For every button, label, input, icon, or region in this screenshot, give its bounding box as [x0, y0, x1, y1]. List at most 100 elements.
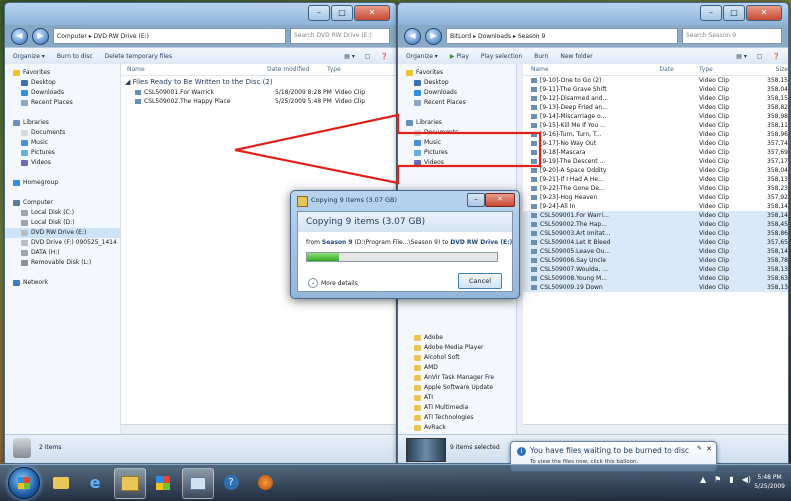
- file-row[interactable]: CSL509006.Say Uncle Video Clip 358,78: [523, 256, 788, 265]
- file-row[interactable]: [9-15]-Kill Me If You ... Video Clip 358,1…: [523, 121, 788, 130]
- back-button[interactable]: ◀: [11, 27, 28, 45]
- breadcrumb-computer[interactable]: Computer: [57, 33, 87, 40]
- file-row[interactable]: [9-12]-Disarmed and... Video Clip 358,15: [523, 94, 788, 103]
- column-size[interactable]: Size: [758, 66, 788, 73]
- column-type[interactable]: Type: [699, 66, 758, 73]
- cancel-button[interactable]: Cancel: [458, 273, 502, 289]
- column-name[interactable]: Name: [523, 66, 660, 73]
- nav-item[interactable]: DVD Drive (F:) 090525_1414: [5, 238, 120, 248]
- dialog-minimize-button[interactable]: –: [467, 193, 485, 207]
- burn-button[interactable]: Burn: [534, 53, 548, 60]
- taskbar-copy-button[interactable]: [182, 468, 214, 499]
- file-row[interactable]: CSL509001.For Warrick 5/18/2009 8:28 PM Vi…: [121, 88, 396, 97]
- delete-temp-files-button[interactable]: Delete temporary files: [105, 53, 172, 60]
- address-bar[interactable]: Computer ▸ DVD RW Drive (E:): [53, 28, 286, 44]
- nav-item[interactable]: Pictures: [5, 148, 120, 158]
- clock[interactable]: 5:48 PM 5/25/2009: [754, 473, 785, 491]
- file-row[interactable]: [9-11]-The Grave Shift Video Clip 358,04: [523, 85, 788, 94]
- file-row[interactable]: [9-23]-Hog Heaven Video Clip 357,92: [523, 193, 788, 202]
- dialog-title-bar[interactable]: Copying 9 items (3.07 GB) – ✕: [291, 191, 519, 211]
- column-date[interactable]: Date modified: [267, 66, 327, 73]
- nav-item[interactable]: Favorites: [5, 68, 120, 78]
- burn-to-disc-button[interactable]: Burn to disc: [57, 53, 93, 60]
- horizontal-scrollbar[interactable]: [121, 424, 396, 434]
- file-row[interactable]: [9-19]-The Descent ... Video Clip 357,17: [523, 157, 788, 166]
- taskbar-help-button[interactable]: ?: [216, 468, 246, 497]
- network-icon[interactable]: ▮: [729, 475, 733, 484]
- new-folder-button[interactable]: New folder: [560, 53, 592, 60]
- forward-button[interactable]: ▶: [32, 27, 49, 45]
- file-row[interactable]: CSL509007.Woulda, ... Video Clip 358,13: [523, 265, 788, 274]
- nav-item[interactable]: Recent Places: [5, 98, 120, 108]
- file-row[interactable]: CSL509009.19 Down Video Clip 358,13: [523, 283, 788, 292]
- nav-item[interactable]: Libraries: [5, 118, 120, 128]
- nav-item[interactable]: Local Disk (D:): [5, 218, 120, 228]
- file-row[interactable]: [9-22]-The Gone De... Video Clip 358,23: [523, 184, 788, 193]
- back-button[interactable]: ◀: [404, 27, 421, 45]
- file-row[interactable]: [9-17]-No Way Out Video Clip 357,74: [523, 139, 788, 148]
- maximize-button[interactable]: □: [723, 5, 745, 21]
- minimize-button[interactable]: –: [308, 5, 330, 21]
- nav-item[interactable]: Homegroup: [5, 178, 120, 188]
- file-row[interactable]: [9-24]-All In Video Clip 358,14: [523, 202, 788, 211]
- address-bar[interactable]: BitLord ▸ Downloads ▸ Season 9: [446, 28, 678, 44]
- taskbar-app-button-1[interactable]: [148, 468, 178, 497]
- taskbar-ie-button[interactable]: e: [80, 468, 110, 497]
- taskbar-media-button[interactable]: [250, 468, 280, 497]
- breadcrumb-season9[interactable]: Season 9: [518, 33, 546, 40]
- organize-button[interactable]: Organize ▾: [406, 53, 438, 60]
- forward-button[interactable]: ▶: [425, 27, 442, 45]
- file-row[interactable]: CSL509002.The Hap... Video Clip 358,45: [523, 220, 788, 229]
- nav-item[interactable]: Pictures: [398, 148, 516, 158]
- nav-item[interactable]: Recent Places: [398, 98, 516, 108]
- more-details-toggle[interactable]: ⌄ More details: [308, 278, 358, 288]
- nav-item[interactable]: Desktop: [5, 78, 120, 88]
- play-button[interactable]: ▶ Play: [450, 53, 469, 60]
- group-header[interactable]: ◢ Files Ready to Be Written to the Disc …: [121, 76, 396, 88]
- preview-pane-icon[interactable]: ▢: [365, 53, 371, 60]
- views-icon[interactable]: ▤ ▾: [344, 53, 355, 60]
- minimize-button[interactable]: –: [700, 5, 722, 21]
- file-row[interactable]: [9-14]-Miscarriage o... Video Clip 358,98: [523, 112, 788, 121]
- nav-item[interactable]: Videos: [5, 158, 120, 168]
- file-row[interactable]: CSL509004.Let It Bleed Video Clip 357,65: [523, 238, 788, 247]
- folder-tree-item[interactable]: ATI Technologies: [398, 413, 516, 423]
- views-icon[interactable]: ▤ ▾: [736, 53, 747, 60]
- folder-tree-item[interactable]: AvRack: [398, 423, 516, 433]
- search-input[interactable]: Search Season 9: [682, 28, 782, 44]
- balloon-options-icon[interactable]: ✎: [697, 445, 702, 452]
- nav-item[interactable]: Favorites: [398, 68, 516, 78]
- help-icon[interactable]: ❓: [381, 53, 388, 60]
- nav-item[interactable]: Network: [5, 278, 120, 288]
- nav-item[interactable]: DVD RW Drive (E:): [5, 228, 120, 238]
- show-hidden-icons-button[interactable]: ▲: [700, 475, 706, 484]
- dialog-close-button[interactable]: ✕: [485, 193, 515, 207]
- close-button[interactable]: ✕: [746, 5, 782, 21]
- destination-link[interactable]: DVD RW Drive (E:): [450, 239, 512, 246]
- horizontal-scrollbar[interactable]: [523, 424, 788, 434]
- preview-pane-icon[interactable]: ▢: [757, 53, 763, 60]
- volume-icon[interactable]: ◀): [742, 475, 751, 484]
- nav-item[interactable]: Documents: [398, 128, 516, 138]
- file-row[interactable]: CSL509003.Art Imitat... Video Clip 358,86: [523, 229, 788, 238]
- file-row[interactable]: CSL509002.The Happy Place 5/25/2009 5:48 …: [121, 97, 396, 106]
- organize-button[interactable]: Organize ▾: [13, 53, 45, 60]
- help-icon[interactable]: ❓: [773, 53, 780, 60]
- nav-item[interactable]: Videos: [398, 158, 516, 168]
- file-row[interactable]: CSL509001.For Warri... Video Clip 358,14: [523, 211, 788, 220]
- play-selection-button[interactable]: Play selection: [481, 53, 522, 60]
- nav-item[interactable]: Documents: [5, 128, 120, 138]
- folder-tree-item[interactable]: Apple Software Update: [398, 383, 516, 393]
- column-type[interactable]: Type: [327, 66, 377, 73]
- nav-item[interactable]: Removable Disk (L:): [5, 258, 120, 268]
- nav-item[interactable]: Desktop: [398, 78, 516, 88]
- folder-tree-item[interactable]: Adobe Media Player: [398, 343, 516, 353]
- file-row[interactable]: [9-18]-Mascara Video Clip 357,69: [523, 148, 788, 157]
- file-row[interactable]: CSL509008.Young M... Video Clip 358,63: [523, 274, 788, 283]
- action-center-icon[interactable]: ⚑: [714, 475, 721, 484]
- search-input[interactable]: Search DVD RW Drive (E:): [290, 28, 390, 44]
- column-name[interactable]: Name: [121, 66, 267, 73]
- nav-item[interactable]: Libraries: [398, 118, 516, 128]
- taskbar-folder-button[interactable]: [46, 468, 76, 497]
- folder-tree-item[interactable]: AnVir Task Manager Fre: [398, 373, 516, 383]
